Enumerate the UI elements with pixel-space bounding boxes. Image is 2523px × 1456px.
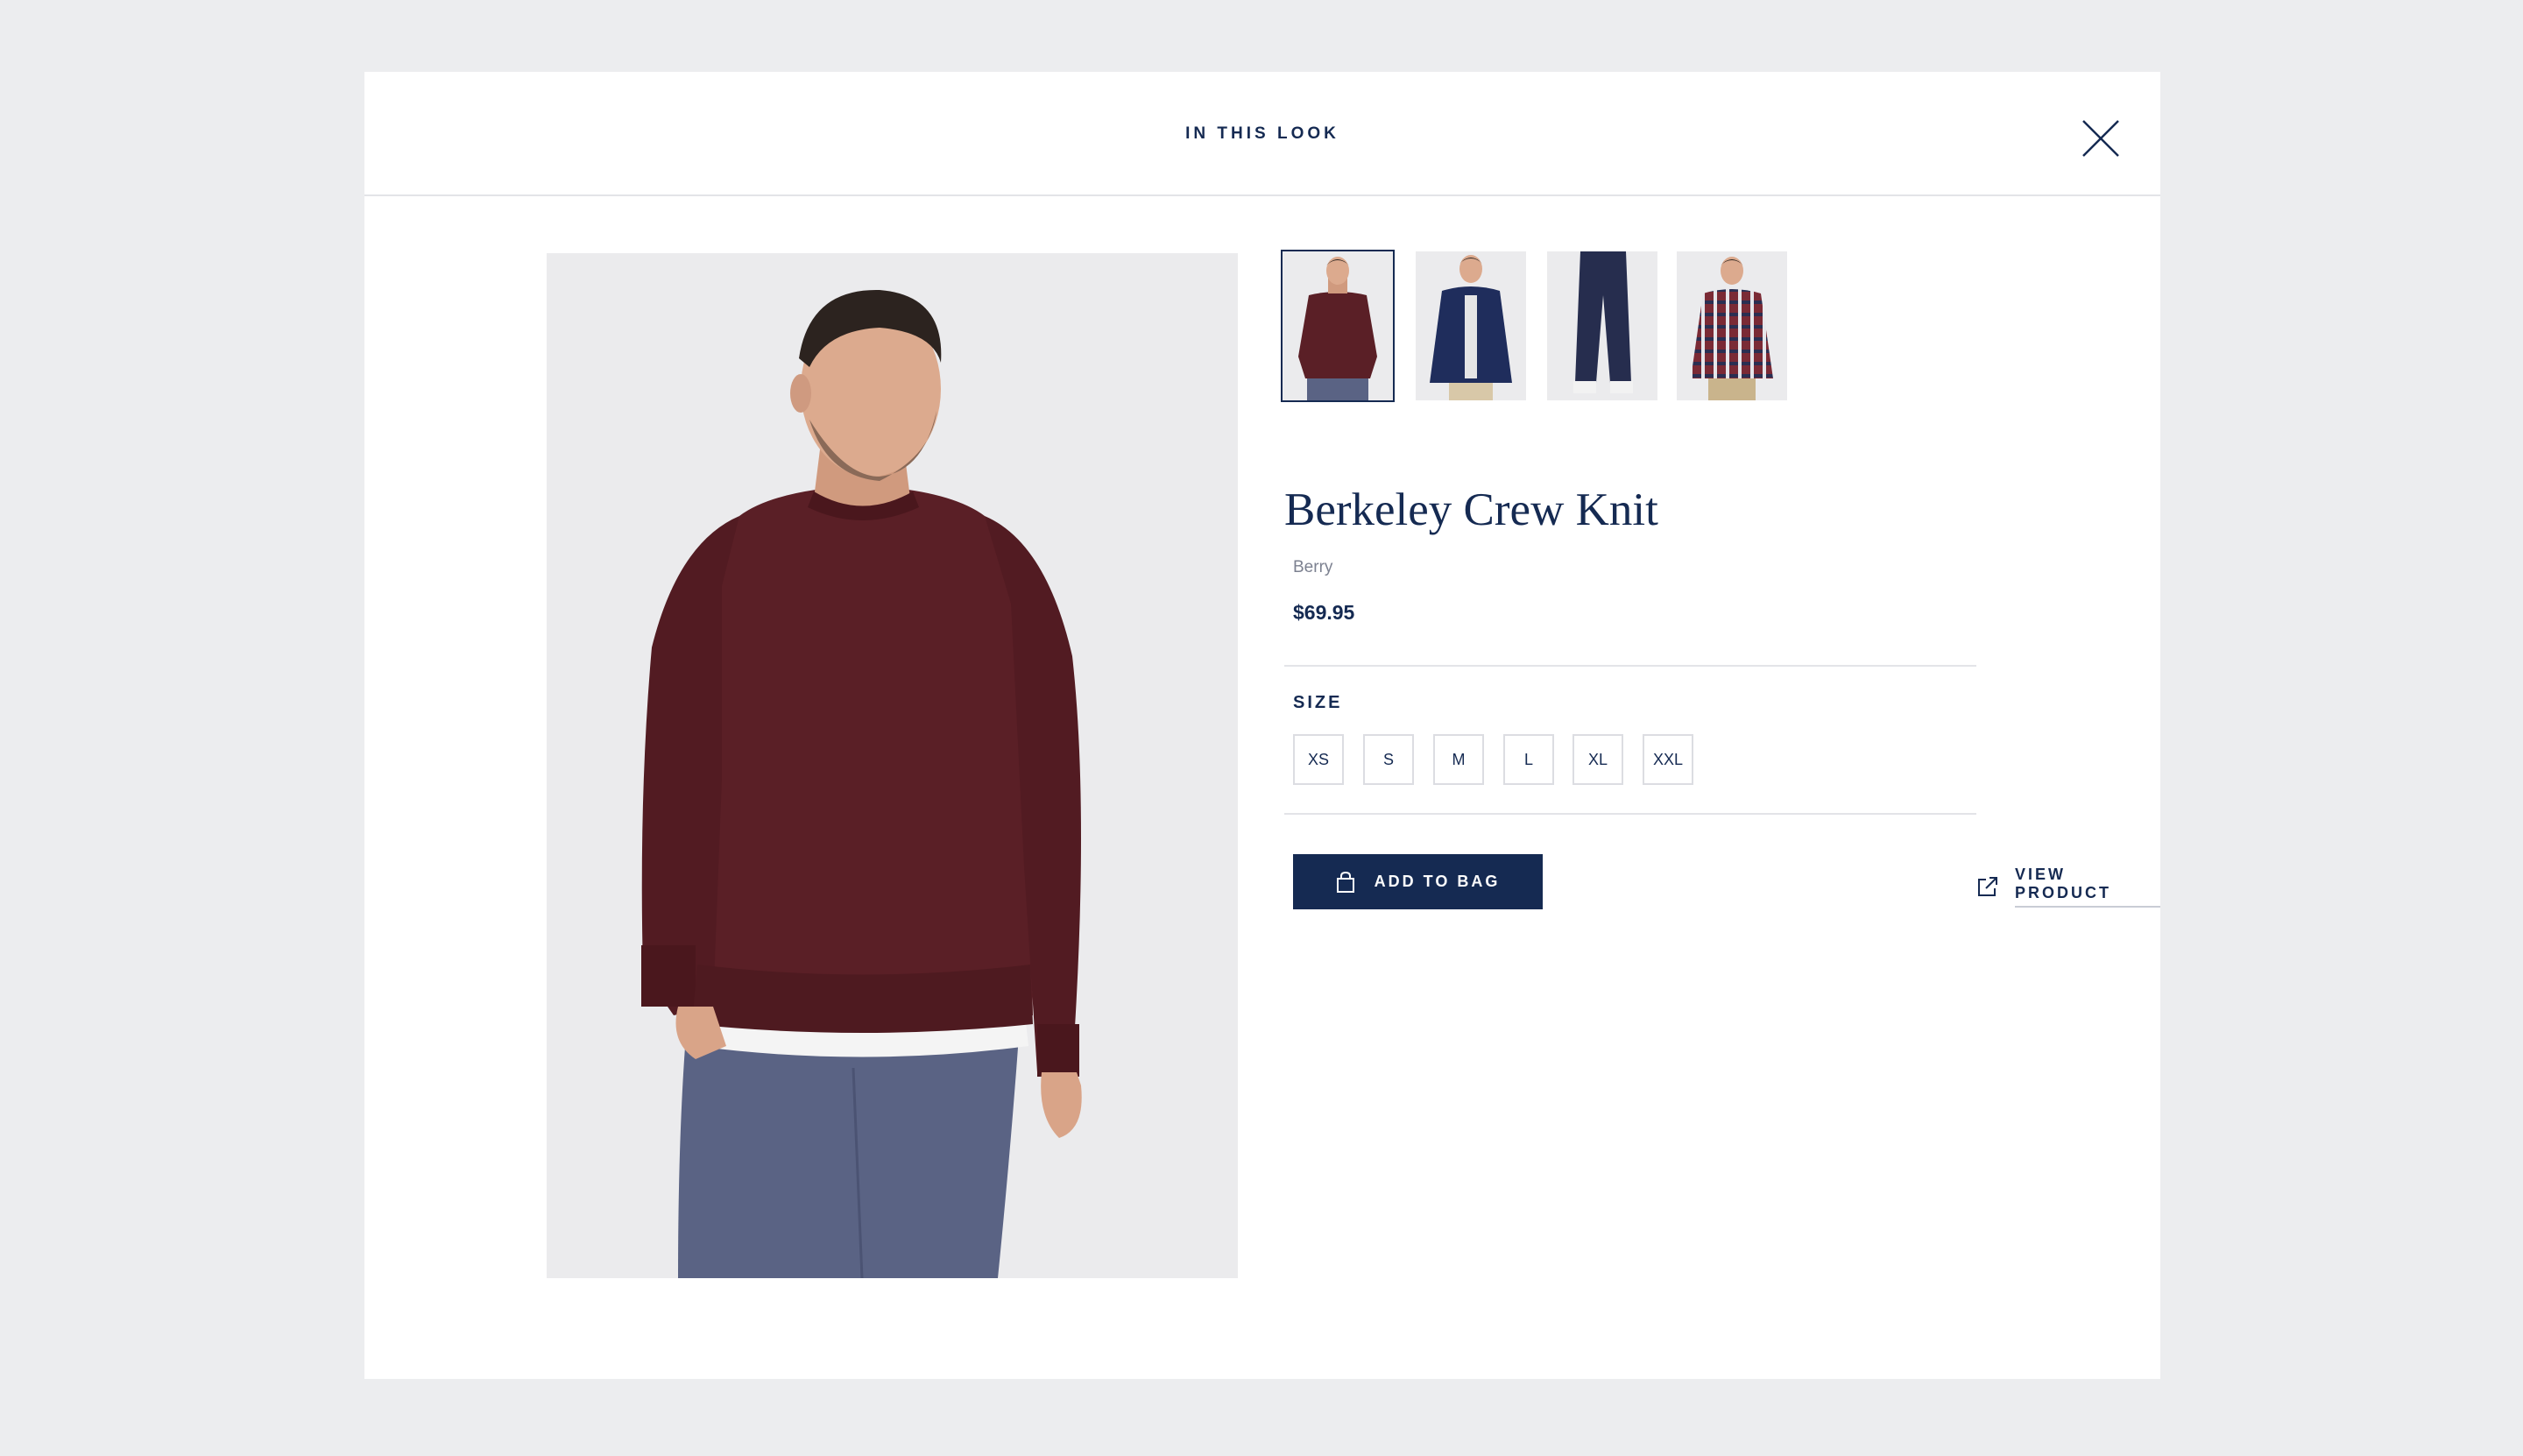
product-price: $69.95	[1293, 601, 1355, 624]
divider	[1284, 813, 1976, 815]
product-name: Berkeley Crew Knit	[1284, 484, 1658, 535]
external-link-icon	[1976, 875, 1999, 898]
shopping-bag-icon	[1336, 871, 1355, 893]
size-option-xl[interactable]: XL	[1572, 734, 1623, 785]
thumb-navy-pants[interactable]	[1547, 251, 1657, 400]
size-label: SIZE	[1293, 693, 1343, 712]
thumb-navy-jacket[interactable]	[1416, 251, 1526, 400]
thumb-crew-knit[interactable]	[1281, 250, 1395, 402]
product-color: Berry	[1293, 558, 1333, 576]
view-product-label: VIEW PRODUCT	[2015, 866, 2160, 908]
add-to-bag-button[interactable]: ADD TO BAG	[1293, 854, 1543, 909]
size-option-m[interactable]: M	[1433, 734, 1484, 785]
size-option-s[interactable]: S	[1363, 734, 1414, 785]
thumb-check-shirt[interactable]	[1677, 251, 1787, 400]
look-modal: IN THIS LOOK Berkeley Crew Knit Berry $6…	[364, 72, 2160, 1379]
modal-header: IN THIS LOOK	[364, 72, 2160, 196]
size-option-xxl[interactable]: XXL	[1643, 734, 1693, 785]
hero-product-image	[547, 253, 1238, 1278]
size-option-l[interactable]: L	[1503, 734, 1554, 785]
add-to-bag-label: ADD TO BAG	[1374, 873, 1501, 890]
modal-title: IN THIS LOOK	[1185, 124, 1339, 143]
close-button[interactable]	[2074, 112, 2127, 165]
size-option-xs[interactable]: XS	[1293, 734, 1344, 785]
close-icon	[2082, 120, 2119, 157]
divider	[1284, 665, 1976, 667]
view-product-link[interactable]: VIEW PRODUCT	[1976, 866, 2160, 908]
